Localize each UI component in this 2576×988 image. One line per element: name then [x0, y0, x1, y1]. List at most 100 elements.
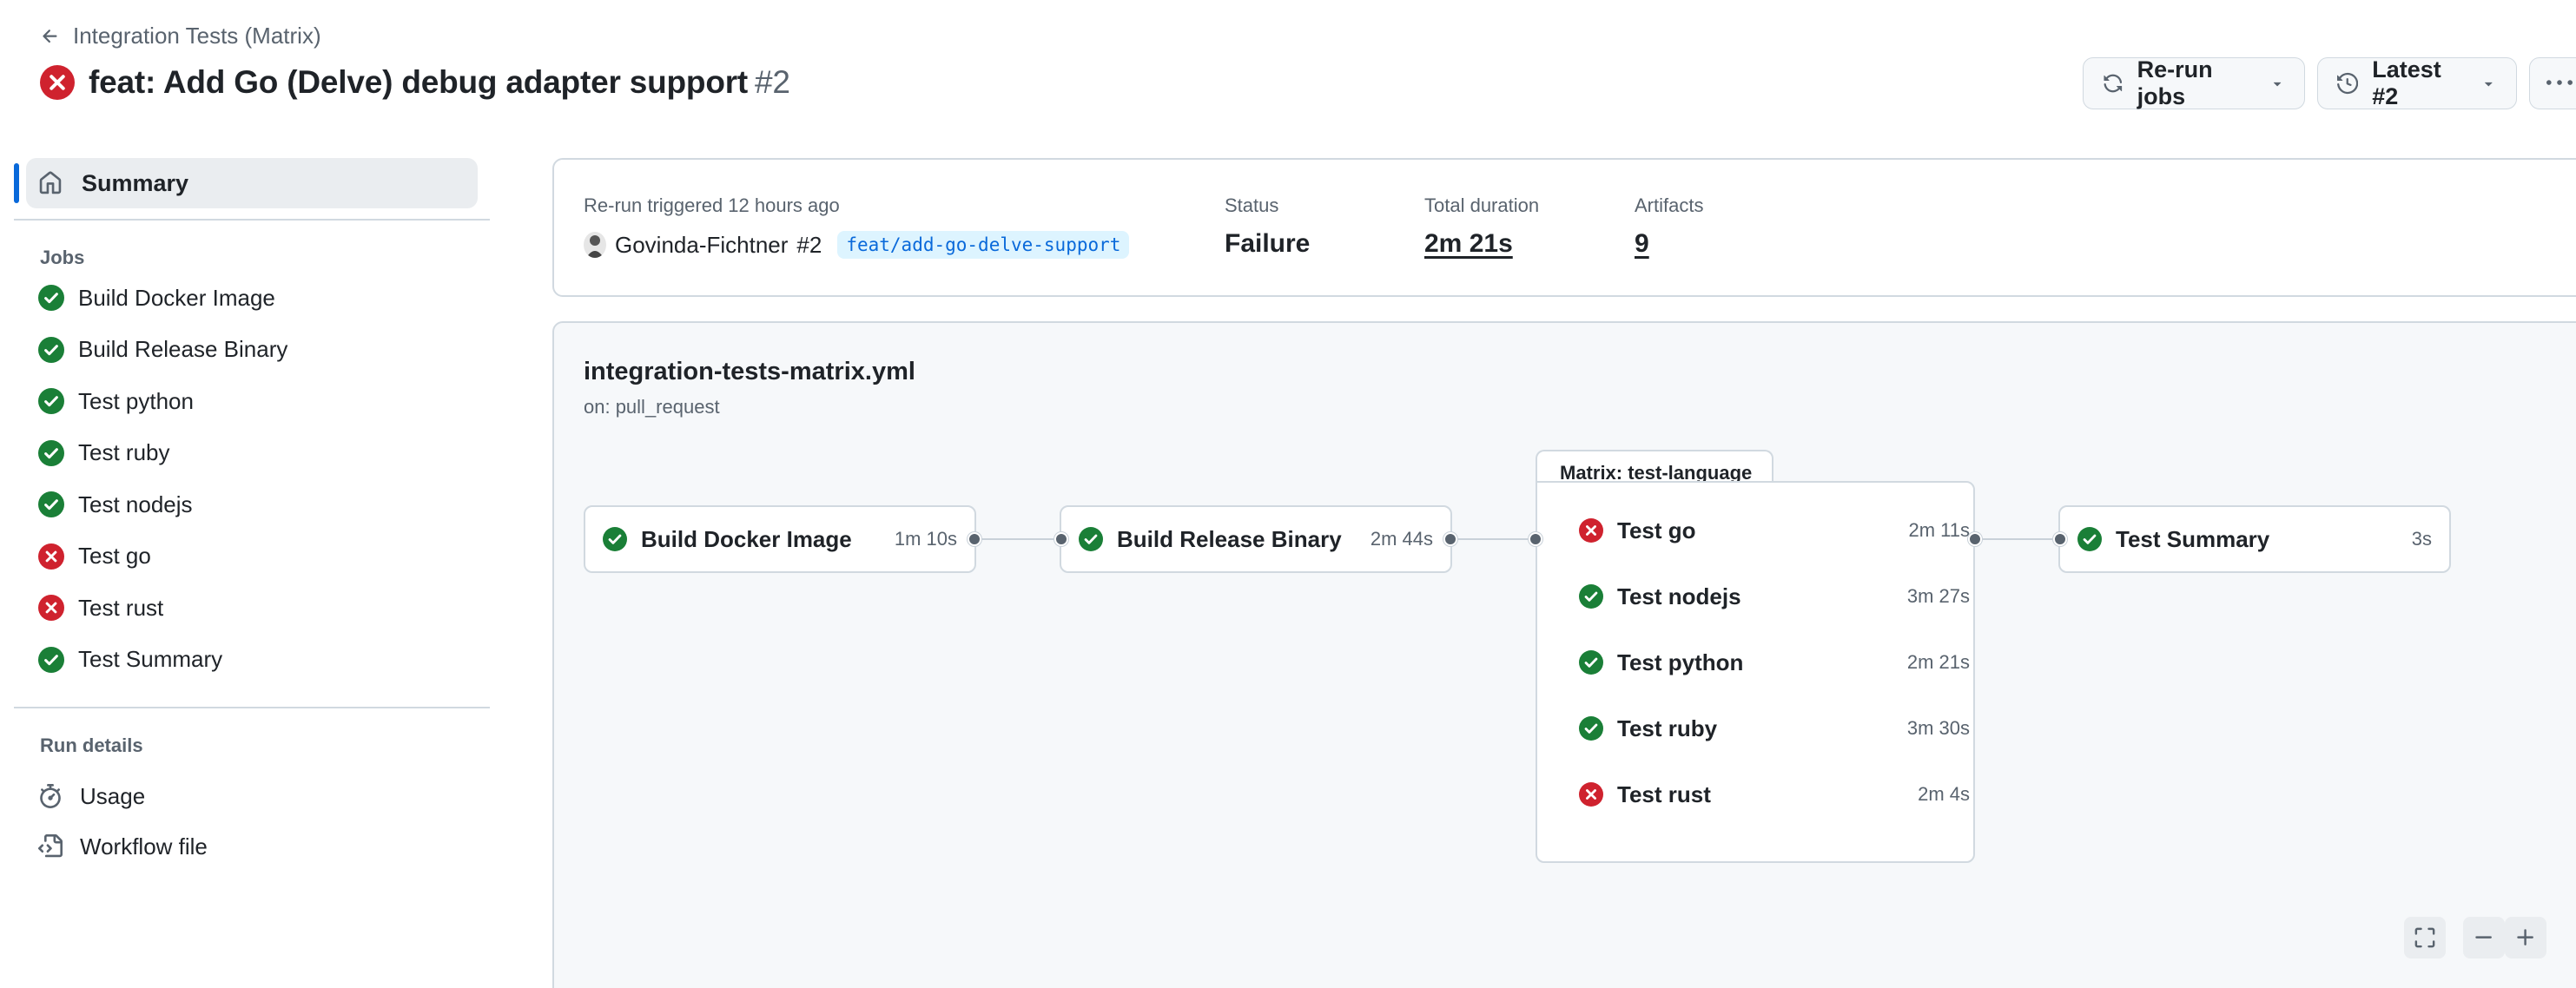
job-name: Test Summary — [2116, 525, 2270, 552]
rerun-jobs-button[interactable]: Re-run jobs — [2083, 56, 2305, 109]
actor-name[interactable]: Govinda-Fichtner — [615, 232, 788, 259]
check-circle-fill-icon — [1579, 650, 1603, 675]
check-circle-fill-icon — [38, 336, 64, 363]
job-duration: 3m 30s — [1906, 717, 1970, 739]
connector-dot — [1529, 532, 1542, 546]
workflow-file-label: Workflow file — [80, 833, 208, 860]
sidebar-item-job[interactable]: Test Summary — [38, 638, 222, 682]
status-value: Failure — [1225, 229, 1311, 258]
artifacts-count-link[interactable]: 9 — [1635, 229, 1649, 259]
matrix-job[interactable]: Test rust 2m 4s — [1579, 773, 1970, 816]
status-icon — [2077, 527, 2102, 551]
sidebar-job-label: Test ruby — [78, 439, 170, 465]
run-number: #2 — [755, 64, 790, 100]
connector-dot — [968, 532, 981, 546]
workflow-trigger: on: pull_request — [584, 396, 720, 418]
graph-connector — [1973, 538, 2060, 540]
matrix-job[interactable]: Test ruby 3m 30s — [1579, 707, 1970, 750]
x-circle-fill-icon — [1579, 782, 1603, 807]
connector-dot — [2053, 532, 2067, 546]
latest-run-dropdown[interactable]: Latest #2 — [2317, 56, 2517, 109]
sidebar-item-job[interactable]: Test ruby — [38, 431, 170, 475]
sidebar-divider — [14, 219, 490, 221]
back-link[interactable]: Integration Tests (Matrix) — [40, 23, 321, 49]
job-duration: 1m 10s — [894, 528, 957, 550]
rerun-jobs-label: Re-run jobs — [2137, 56, 2213, 109]
sidebar-item-job[interactable]: Test nodejs — [38, 483, 193, 526]
run-summary-panel: Re-run triggered 12 hours ago Govinda-Fi… — [552, 158, 2576, 297]
connector-dot — [1054, 532, 1068, 546]
check-circle-fill-icon — [38, 491, 64, 517]
sync-icon — [2104, 74, 2123, 93]
active-indicator — [14, 163, 19, 203]
latest-run-label: Latest #2 — [2372, 56, 2441, 109]
sidebar-item-job[interactable]: Test python — [38, 379, 194, 423]
check-circle-fill-icon — [38, 646, 64, 673]
graph-job-build-release-binary[interactable]: Build Release Binary 2m 44s — [1060, 505, 1452, 573]
job-duration: 3m 27s — [1906, 585, 1970, 607]
graph-connector — [1450, 538, 1537, 540]
page-title: feat: Add Go (Delve) debug adapter suppo… — [40, 64, 790, 101]
check-circle-fill-icon — [1579, 716, 1603, 741]
actor-run-number: #2 — [796, 231, 822, 258]
job-name: Build Docker Image — [641, 525, 852, 552]
job-duration: 2m 11s — [1908, 519, 1970, 541]
sidebar-job-label: Test python — [78, 387, 194, 414]
status-icon — [1079, 527, 1103, 551]
more-options-button[interactable] — [2529, 57, 2576, 109]
check-circle-fill-icon — [603, 527, 627, 551]
connector-dot — [1443, 532, 1457, 546]
job-name: Test ruby — [1617, 715, 1718, 741]
sidebar-item-workflow-file[interactable]: Workflow file — [38, 825, 208, 868]
job-name: Test rust — [1617, 781, 1711, 807]
branch-label[interactable]: feat/add-go-delve-support — [837, 231, 1130, 259]
total-duration-link[interactable]: 2m 21s — [1424, 229, 1513, 259]
check-circle-fill-icon — [38, 285, 64, 311]
sidebar-item-job[interactable]: Test rust — [38, 586, 163, 629]
kebab-horizontal-icon — [2546, 80, 2573, 85]
job-name: Build Release Binary — [1117, 525, 1342, 552]
zoom-in-button[interactable] — [2505, 917, 2546, 958]
sidebar-job-label: Test go — [78, 543, 151, 569]
matrix-group: Test go 2m 11s Test nodejs 3m 27s Test pytho… — [1536, 481, 1975, 863]
sidebar-item-job[interactable]: Test go — [38, 535, 151, 578]
connector-dot — [1968, 532, 1982, 546]
matrix-job[interactable]: Test go 2m 11s — [1579, 509, 1970, 552]
sidebar-job-label: Test nodejs — [78, 491, 193, 517]
check-circle-fill-icon — [1579, 584, 1603, 609]
sidebar-item-summary-label: Summary — [82, 169, 189, 196]
graph-job-test-summary[interactable]: Test Summary 3s — [2058, 505, 2451, 573]
sidebar-item-job[interactable]: Build Docker Image — [38, 276, 275, 319]
run-actor: Govinda-Fichtner #2 feat/add-go-delve-su… — [584, 231, 1130, 259]
matrix-job[interactable]: Test python 2m 21s — [1579, 641, 1970, 684]
job-duration: 2m 44s — [1370, 528, 1433, 550]
sidebar-item-usage[interactable]: Usage — [38, 774, 145, 818]
screen-full-icon — [2414, 927, 2435, 948]
run-title: feat: Add Go (Delve) debug adapter suppo… — [89, 64, 790, 101]
jobs-heading: Jobs — [40, 247, 85, 268]
sidebar-job-label: Test Summary — [78, 646, 223, 672]
check-circle-fill-icon — [38, 388, 64, 414]
fullscreen-button[interactable] — [2404, 917, 2446, 958]
sidebar-job-label: Test rust — [78, 594, 164, 621]
status-label: Status — [1225, 194, 1279, 216]
graph-job-build-docker-image[interactable]: Build Docker Image 1m 10s — [584, 505, 976, 573]
x-circle-fill-icon — [38, 595, 64, 621]
triangle-down-icon — [2485, 82, 2493, 87]
avatar — [584, 232, 606, 258]
zoom-out-button[interactable] — [2463, 917, 2505, 958]
sidebar-divider — [14, 707, 490, 708]
file-code-icon — [38, 834, 63, 858]
triangle-down-icon — [2273, 82, 2282, 87]
matrix-job[interactable]: Test nodejs 3m 27s — [1579, 575, 1970, 618]
sidebar-job-label: Build Release Binary — [78, 336, 288, 362]
workflow-file-name: integration-tests-matrix.yml — [584, 358, 915, 385]
run-details-heading: Run details — [40, 734, 143, 756]
history-icon — [2337, 72, 2359, 95]
sidebar-item-job[interactable]: Build Release Binary — [38, 328, 287, 372]
run-title-text: feat: Add Go (Delve) debug adapter suppo… — [89, 64, 749, 100]
job-name: Test python — [1617, 649, 1744, 675]
sidebar-item-summary[interactable]: Summary — [26, 158, 478, 208]
total-duration-label: Total duration — [1424, 194, 1540, 216]
job-name: Test nodejs — [1617, 583, 1741, 609]
